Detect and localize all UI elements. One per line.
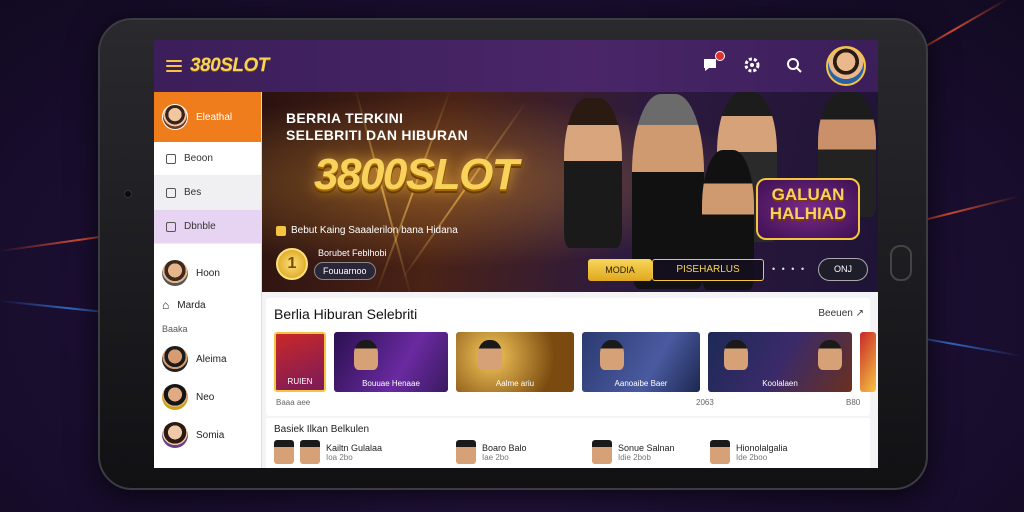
see-all-label: Beeuen bbox=[818, 308, 853, 319]
sidebar-profile[interactable]: Eleathal bbox=[154, 92, 261, 142]
notification-badge bbox=[715, 51, 725, 61]
person-name: Neo bbox=[196, 391, 215, 403]
hero-banner[interactable]: BERRIA TERKINI SELEBRITI DAN HIBURAN 380… bbox=[262, 92, 878, 292]
news-thumbnail[interactable]: RUIEN bbox=[274, 332, 326, 392]
square-icon bbox=[166, 153, 176, 164]
coin-icon: 1 bbox=[276, 248, 308, 280]
app-logo[interactable]: 380SLOT bbox=[190, 55, 269, 77]
list-item-title: Sonue Salnan bbox=[618, 442, 675, 453]
person-name: Somia bbox=[196, 429, 225, 441]
meta-text: B80 bbox=[846, 398, 861, 407]
hero-subtitle-text: Bebut Kaing Saaalerilon bana Hidana bbox=[291, 225, 458, 236]
sidebar-person[interactable]: Neo bbox=[154, 378, 261, 416]
list-item-sub: Ide 2boo bbox=[736, 452, 768, 462]
main-content: BERRIA TERKINI SELEBRITI DAN HIBURAN 380… bbox=[262, 92, 878, 468]
sidebar-person[interactable]: Somia bbox=[154, 416, 261, 454]
section-title: Berlia Hiburan Selebriti bbox=[274, 306, 418, 322]
meta-text: 2063 bbox=[696, 398, 714, 407]
badge-line: GALUAN bbox=[771, 185, 845, 204]
sidebar-item-label: Bes bbox=[184, 187, 202, 198]
pisehar-button[interactable]: PISEHARLUS bbox=[652, 259, 764, 281]
sidebar-nav-label: Marda bbox=[177, 299, 206, 311]
sidebar-item-1[interactable]: Beoon bbox=[154, 142, 261, 176]
modia-button[interactable]: MODIA bbox=[588, 259, 652, 281]
list-item[interactable]: Sonue Salnan Idie 2bob bbox=[592, 440, 675, 464]
section-title: Basiek Ilkan Belkulen bbox=[274, 424, 370, 435]
list-item-sub: Idie 2bob bbox=[618, 452, 651, 462]
sidebar-nav-label: Hoon bbox=[196, 267, 220, 279]
thumb-caption: Aanoaibe Baer bbox=[614, 379, 668, 388]
list-item-sub: Iae 2bo bbox=[482, 452, 509, 462]
sidebar-profile-label: Eleathal bbox=[196, 111, 233, 123]
share-icon: ↗ bbox=[855, 308, 864, 319]
sidebar: Eleathal Beoon Bes Dbnble Hoon ⌂ Marda B… bbox=[154, 92, 262, 468]
badge-line: HALHIAD bbox=[769, 204, 847, 223]
avatar bbox=[162, 346, 188, 372]
celebrity-news-section: Berlia Hiburan Selebriti Beeuen ↗ RUIEN … bbox=[266, 298, 876, 416]
meta-text: Baaa aee bbox=[276, 398, 311, 407]
sidebar-person[interactable]: Aleima bbox=[154, 340, 261, 378]
settings-icon[interactable] bbox=[742, 56, 762, 76]
top-navigation-bar: 380SLOT bbox=[154, 40, 878, 92]
hero-logo: 3800SLOT bbox=[314, 150, 519, 199]
sidebar-item-2[interactable]: Bes bbox=[154, 176, 261, 210]
thumb-caption: Bouuae Henaae bbox=[362, 379, 420, 388]
thumbnail bbox=[300, 440, 320, 464]
chat-icon[interactable] bbox=[700, 51, 725, 76]
hero-title-line: SELEBRITI DAN HIBURAN bbox=[286, 127, 469, 143]
square-icon bbox=[166, 221, 176, 232]
sidebar-section-label: Baaka bbox=[162, 324, 188, 334]
camera-icon bbox=[124, 190, 132, 198]
list-item-title: Hionolalgalia bbox=[736, 442, 788, 453]
home-icon: ⌂ bbox=[162, 298, 170, 312]
game-badge[interactable]: GALUAN HALHIAD bbox=[756, 178, 860, 240]
celebrity-image bbox=[564, 98, 622, 248]
hero-small-text: Borubet Feblhobi bbox=[318, 248, 387, 258]
news-thumbnail[interactable]: Koolalaen bbox=[708, 332, 852, 392]
tablet-screen: 380SLOT Eleathal Beoon Bes Dbnble Hoon ⌂… bbox=[154, 40, 878, 468]
square-icon bbox=[166, 187, 176, 198]
sidebar-item-label: Dbnble bbox=[184, 221, 216, 232]
search-icon[interactable] bbox=[784, 56, 804, 76]
list-item-title: Boaro Balo bbox=[482, 442, 527, 453]
hero-title: BERRIA TERKINI SELEBRITI DAN HIBURAN bbox=[286, 110, 468, 144]
list-item-title: Kailtn Gulalaa bbox=[326, 442, 383, 453]
home-button[interactable] bbox=[890, 245, 912, 281]
avatar bbox=[162, 422, 188, 448]
news-thumbnail[interactable] bbox=[860, 332, 876, 392]
thumbnail bbox=[456, 440, 476, 464]
see-all-link[interactable]: Beeuen ↗ bbox=[818, 308, 864, 319]
sidebar-nav-home[interactable]: Hoon bbox=[154, 254, 261, 292]
sidebar-nav-marda[interactable]: ⌂ Marda bbox=[154, 292, 261, 318]
avatar bbox=[162, 104, 188, 130]
thumb-caption: Koolalaen bbox=[762, 379, 798, 388]
popular-section: Basiek Ilkan Belkulen Kailtn Gulalaa Ioa … bbox=[266, 418, 870, 468]
list-item[interactable]: Boaro Balo Iae 2bo bbox=[456, 440, 527, 464]
hero-subtitle: Bebut Kaing Saaalerilon bana Hidana bbox=[276, 225, 458, 236]
hero-title-line: BERRIA TERKINI bbox=[286, 110, 404, 126]
person-name: Aleima bbox=[196, 353, 227, 365]
avatar bbox=[162, 260, 188, 286]
sidebar-item-3[interactable]: Dbnble bbox=[154, 210, 261, 244]
thumb-caption: Aalme ariu bbox=[495, 379, 535, 388]
bullet-icon bbox=[276, 225, 286, 236]
hero-pill-button[interactable]: Fouuarnoo bbox=[314, 262, 376, 280]
thumbnail bbox=[274, 440, 294, 464]
news-thumbnail[interactable]: Aanoaibe Baer bbox=[582, 332, 700, 392]
list-item[interactable]: Hionolalgalia Ide 2boo bbox=[710, 440, 788, 464]
list-item[interactable]: Kailtn Gulalaa Ioa 2bo bbox=[274, 440, 382, 464]
news-thumbnail[interactable]: Bouuae Henaae bbox=[334, 332, 448, 392]
user-avatar[interactable] bbox=[826, 46, 866, 86]
menu-icon[interactable] bbox=[166, 60, 182, 72]
list-item-sub: Ioa 2bo bbox=[326, 452, 353, 462]
carousel-dots[interactable]: • • • • bbox=[772, 264, 806, 274]
thumbnail bbox=[710, 440, 730, 464]
thumb-caption: RUIEN bbox=[287, 377, 313, 386]
news-thumbnail[interactable]: Aalme ariu bbox=[456, 332, 574, 392]
onj-button[interactable]: ONJ bbox=[818, 258, 868, 281]
sidebar-item-label: Beoon bbox=[184, 153, 213, 164]
avatar bbox=[162, 384, 188, 410]
thumbnail bbox=[592, 440, 612, 464]
